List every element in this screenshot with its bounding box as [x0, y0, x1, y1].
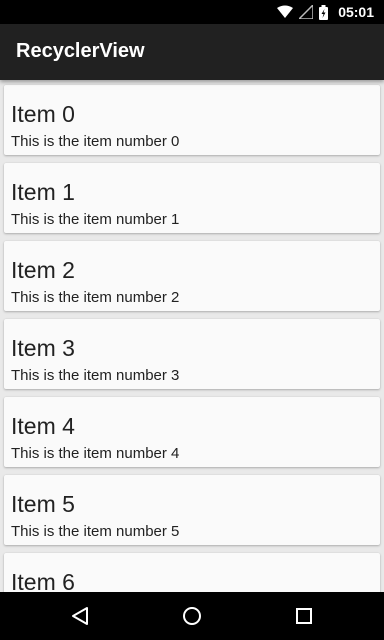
item-title: Item 5	[11, 491, 75, 517]
status-bar: 05:01	[0, 0, 384, 24]
status-time: 05:01	[338, 4, 374, 20]
app-bar: RecyclerView	[0, 24, 384, 80]
home-button[interactable]	[162, 592, 222, 640]
app-title: RecyclerView	[16, 40, 145, 62]
list-item[interactable]: Item 3 This is the item number 3	[4, 319, 380, 389]
list-item[interactable]: Item 4 This is the item number 4	[4, 397, 380, 467]
list-item[interactable]: Item 6	[4, 553, 380, 592]
back-button[interactable]	[50, 592, 110, 640]
item-title: Item 4	[11, 413, 75, 439]
item-title: Item 2	[11, 257, 75, 283]
item-subtitle: This is the item number 4	[11, 445, 180, 462]
item-title: Item 0	[11, 101, 75, 127]
navigation-bar	[0, 592, 384, 640]
list-item[interactable]: Item 1 This is the item number 1	[4, 163, 380, 233]
status-icons: 05:01	[277, 0, 374, 24]
item-title: Item 1	[11, 179, 75, 205]
battery-icon	[319, 4, 329, 20]
item-subtitle: This is the item number 1	[11, 211, 180, 228]
home-icon	[183, 607, 201, 625]
wifi-icon	[277, 5, 294, 18]
recents-icon	[296, 608, 312, 624]
back-icon	[72, 607, 88, 625]
item-title: Item 6	[11, 569, 75, 592]
list-item[interactable]: Item 0 This is the item number 0	[4, 85, 380, 155]
list-item[interactable]: Item 5 This is the item number 5	[4, 475, 380, 545]
item-title: Item 3	[11, 335, 75, 361]
item-subtitle: This is the item number 3	[11, 367, 180, 384]
recents-button[interactable]	[274, 592, 334, 640]
item-subtitle: This is the item number 2	[11, 289, 180, 306]
item-subtitle: This is the item number 5	[11, 523, 180, 540]
recycler-list[interactable]: Item 0 This is the item number 0 Item 1 …	[0, 80, 384, 592]
list-item[interactable]: Item 2 This is the item number 2	[4, 241, 380, 311]
item-subtitle: This is the item number 0	[11, 133, 180, 150]
cell-signal-icon	[299, 5, 314, 19]
